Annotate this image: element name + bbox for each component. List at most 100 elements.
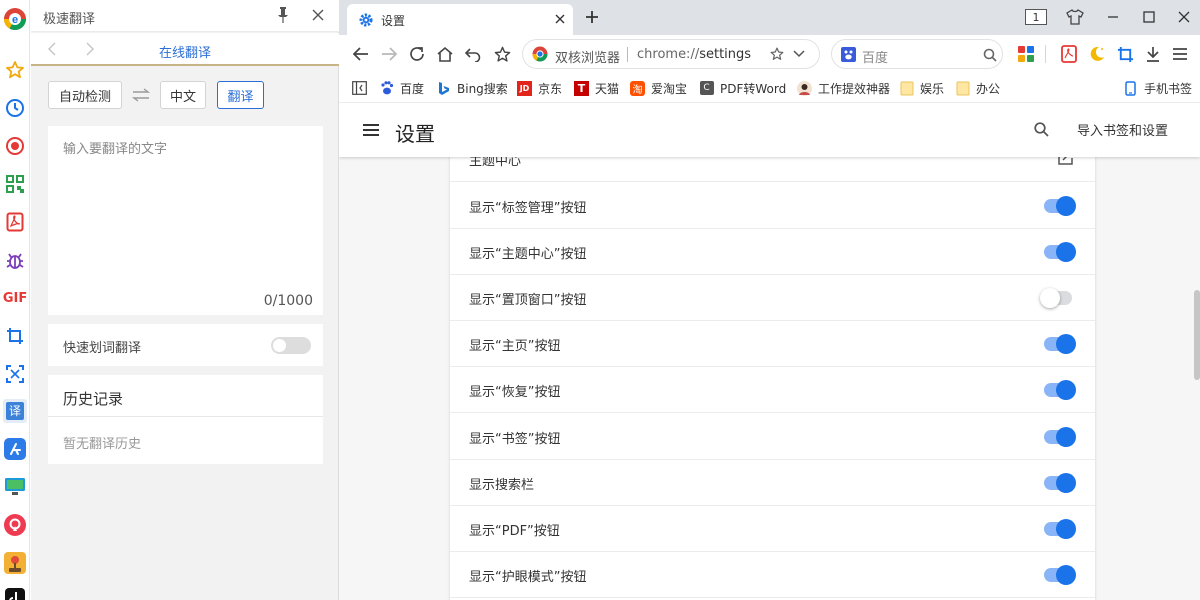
auto-detect-button[interactable]: 自动检测 bbox=[48, 81, 122, 109]
settings-row: 显示搜索栏 bbox=[450, 460, 1095, 506]
bookmark-label: 爱淘宝 bbox=[651, 81, 688, 96]
translate-icon-glyph: 译 bbox=[8, 404, 21, 418]
shirt-icon[interactable] bbox=[1064, 7, 1086, 27]
record-icon[interactable] bbox=[3, 134, 27, 158]
toggle-switch[interactable] bbox=[1044, 519, 1076, 539]
search-icon[interactable] bbox=[982, 47, 997, 62]
bug-icon[interactable] bbox=[3, 248, 27, 272]
window-close-icon[interactable] bbox=[1173, 7, 1195, 27]
podcast-icon[interactable] bbox=[3, 513, 27, 537]
tab-counter-icon[interactable]: 1 bbox=[1025, 7, 1047, 27]
bookmark-item[interactable]: 百度 bbox=[379, 80, 424, 96]
bookmark-item[interactable]: 工作提效神器 bbox=[797, 80, 890, 96]
bookmark-item[interactable]: Bing搜索 bbox=[436, 80, 508, 96]
search-icon[interactable] bbox=[1033, 121, 1049, 137]
app-store-icon[interactable] bbox=[3, 437, 27, 461]
clock-icon[interactable] bbox=[3, 96, 27, 120]
search-box[interactable]: 百度 bbox=[831, 39, 1003, 69]
bookmark-item[interactable]: 办公 bbox=[955, 80, 1000, 96]
pdf-icon[interactable] bbox=[3, 210, 27, 234]
bookmark-item[interactable]: JD 京东 bbox=[517, 80, 562, 96]
scan-icon[interactable] bbox=[3, 362, 27, 386]
maximize-icon[interactable] bbox=[1138, 7, 1160, 27]
toggle-switch[interactable] bbox=[1044, 196, 1076, 216]
bookmark-item[interactable] bbox=[352, 80, 373, 96]
translate-button[interactable]: 翻译 bbox=[217, 81, 264, 109]
browser-name: 双核浏览器 bbox=[555, 51, 621, 66]
quick-translate-toggle[interactable] bbox=[271, 337, 311, 354]
pdf-tool-icon[interactable] bbox=[1059, 44, 1079, 64]
chrome-logo-icon[interactable]: e bbox=[3, 7, 27, 31]
crop-icon[interactable] bbox=[3, 324, 27, 348]
joystick-icon[interactable] bbox=[3, 551, 27, 575]
forward-icon[interactable] bbox=[379, 44, 399, 64]
translate-input[interactable]: 输入要翻译的文字 0/1000 bbox=[48, 126, 323, 315]
star-icon[interactable] bbox=[3, 58, 27, 82]
toggle-switch[interactable] bbox=[1044, 565, 1076, 585]
bookmark-label: Bing搜索 bbox=[457, 81, 508, 96]
star-outline-icon[interactable] bbox=[770, 47, 784, 61]
settings-row: 显示“恢复”按钮 bbox=[450, 367, 1095, 413]
qr-code-icon[interactable] bbox=[3, 172, 27, 196]
divider bbox=[1045, 45, 1046, 63]
baidu-icon bbox=[379, 81, 394, 96]
baidu-icon bbox=[841, 47, 856, 62]
divider bbox=[627, 47, 628, 62]
download-icon[interactable] bbox=[1143, 44, 1163, 64]
bookmark-item[interactable]: T 天猫 bbox=[574, 80, 619, 96]
back-icon[interactable] bbox=[351, 44, 371, 64]
folder-icon bbox=[955, 81, 970, 96]
address-bar[interactable]: 双核浏览器 chrome://settings bbox=[522, 39, 820, 69]
home-icon[interactable] bbox=[435, 44, 455, 64]
toggle-switch[interactable] bbox=[1044, 473, 1076, 493]
toggle-switch[interactable] bbox=[1040, 288, 1072, 308]
folder-icon bbox=[899, 81, 914, 96]
reload-icon[interactable] bbox=[407, 44, 427, 64]
settings-header: 设置 导入书签和设置 bbox=[339, 103, 1200, 157]
tab-count: 1 bbox=[1032, 10, 1040, 24]
hamburger-icon[interactable] bbox=[362, 122, 380, 138]
pdf-convert-icon-text: C bbox=[703, 83, 710, 93]
pin-icon[interactable] bbox=[274, 6, 292, 24]
target-language-button[interactable]: 中文 bbox=[160, 81, 206, 109]
toggle-switch[interactable] bbox=[1044, 242, 1076, 262]
bookmark-star-icon[interactable] bbox=[492, 44, 512, 64]
translate-icon[interactable]: 译 bbox=[3, 399, 27, 423]
scrollbar[interactable] bbox=[1194, 290, 1200, 380]
tiktok-icon[interactable] bbox=[3, 586, 27, 600]
bing-icon bbox=[436, 81, 451, 96]
import-bookmarks-link[interactable]: 导入书签和设置 bbox=[1077, 120, 1168, 139]
night-mode-icon[interactable] bbox=[1087, 44, 1107, 64]
menu-icon[interactable] bbox=[1170, 44, 1190, 64]
toggle-switch[interactable] bbox=[1044, 427, 1076, 447]
bookmark-item[interactable]: 淘 爱淘宝 bbox=[630, 80, 687, 96]
chevron-down-icon[interactable] bbox=[793, 49, 805, 59]
close-tab-icon[interactable] bbox=[554, 13, 566, 25]
settings-row: 显示“书签”按钮 bbox=[450, 414, 1095, 460]
settings-row: 显示“置顶窗口”按钮 bbox=[450, 275, 1095, 321]
taobao-icon-text: 淘 bbox=[632, 84, 643, 96]
translate-panel: 极速翻译 在线翻译 自动检测 中文 翻译 输入要翻译的文字 0/1000 快速划… bbox=[31, 0, 339, 600]
undo-icon[interactable] bbox=[463, 44, 483, 64]
bookmark-item[interactable]: 娱乐 bbox=[899, 80, 944, 96]
apps-grid-icon[interactable] bbox=[1016, 44, 1036, 64]
monitor-icon[interactable] bbox=[3, 475, 27, 499]
screenshot-icon[interactable] bbox=[1115, 44, 1135, 64]
char-count: 0/1000 bbox=[263, 293, 313, 309]
tab-settings[interactable]: 设置 bbox=[347, 4, 573, 35]
close-icon[interactable] bbox=[309, 6, 327, 24]
avatar-icon bbox=[797, 80, 812, 96]
swap-languages-icon[interactable] bbox=[131, 86, 151, 104]
new-tab-icon[interactable] bbox=[584, 9, 600, 25]
bookmark-item[interactable]: 手机书签 bbox=[1123, 80, 1192, 96]
bookmark-item[interactable]: C PDF转Word bbox=[699, 80, 786, 96]
browser-toolbar: 双核浏览器 chrome://settings 百度 bbox=[339, 35, 1200, 73]
taobao-icon: 淘 bbox=[630, 80, 645, 96]
toggle-switch[interactable] bbox=[1044, 334, 1076, 354]
gif-icon[interactable]: GIF bbox=[3, 286, 27, 310]
row-label: 显示“标签管理”按钮 bbox=[469, 201, 587, 216]
minimize-icon[interactable] bbox=[1102, 7, 1124, 27]
row-label: 显示“书签”按钮 bbox=[469, 432, 561, 447]
toggle-switch[interactable] bbox=[1044, 380, 1076, 400]
toggle-knob bbox=[1040, 288, 1060, 308]
